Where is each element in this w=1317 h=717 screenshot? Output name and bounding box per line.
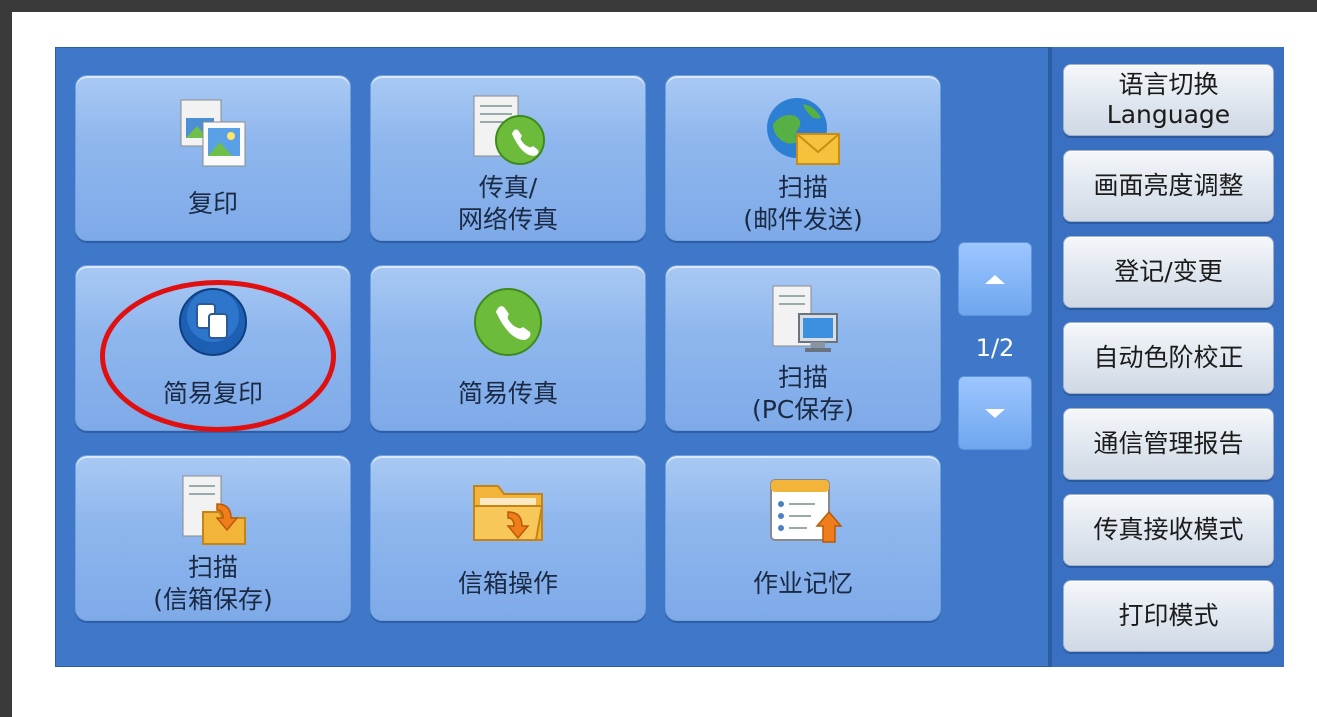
tile-fax-internet-fax[interactable]: 传真/ 网络传真 <box>370 75 646 241</box>
register-change-button[interactable]: 登记/变更 <box>1063 236 1274 308</box>
simple-copy-icon <box>179 288 247 356</box>
fax-internet-fax-icon <box>473 95 545 165</box>
arrow-down-icon <box>985 408 1005 418</box>
page-down-button[interactable] <box>958 376 1032 450</box>
tile-label: 简易传真 <box>457 379 558 408</box>
tile-label: 传真/ 网络传真 <box>457 173 558 234</box>
tile-label: 复印 <box>187 189 238 218</box>
tile-copy[interactable]: 复印 <box>75 75 351 241</box>
simple-fax-icon <box>474 288 542 356</box>
tile-mailbox-operation[interactable]: 信箱操作 <box>370 455 646 621</box>
tile-scan-mailbox[interactable]: 扫描 (信箱保存) <box>75 455 351 621</box>
copy-icon <box>180 99 246 167</box>
tile-label: 扫描 (信箱保存) <box>153 553 273 614</box>
tile-label: 扫描 (PC保存) <box>751 363 855 424</box>
job-memory-icon <box>770 479 843 543</box>
tile-simple-copy[interactable]: 简易复印 <box>75 265 351 431</box>
auto-gradation-correction-button[interactable]: 自动色阶校正 <box>1063 322 1274 394</box>
print-mode-button[interactable]: 打印模式 <box>1063 580 1274 652</box>
tile-label: 信箱操作 <box>457 569 558 598</box>
tile-label: 简易复印 <box>162 379 263 408</box>
communication-report-button[interactable]: 通信管理报告 <box>1063 408 1274 480</box>
fax-receive-mode-button[interactable]: 传真接收模式 <box>1063 494 1274 566</box>
tile-scan-email[interactable]: 扫描 (邮件发送) <box>665 75 941 241</box>
tile-job-memory[interactable]: 作业记忆 <box>665 455 941 621</box>
tile-label: 作业记忆 <box>752 569 853 598</box>
language-switch-button[interactable]: 语言切换 Language <box>1063 64 1274 136</box>
page-up-button[interactable] <box>958 242 1032 316</box>
scan-mailbox-icon <box>182 475 246 545</box>
tile-label: 扫描 (邮件发送) <box>743 173 863 234</box>
page-indicator: 1/2 <box>975 334 1015 362</box>
tile-scan-pc[interactable]: 扫描 (PC保存) <box>665 265 941 431</box>
arrow-up-icon <box>985 274 1005 284</box>
scan-email-icon <box>767 98 840 165</box>
scan-pc-icon <box>772 285 838 352</box>
mailbox-operation-icon <box>473 485 544 541</box>
tile-simple-fax[interactable]: 简易传真 <box>370 265 646 431</box>
screen-brightness-button[interactable]: 画面亮度调整 <box>1063 150 1274 222</box>
